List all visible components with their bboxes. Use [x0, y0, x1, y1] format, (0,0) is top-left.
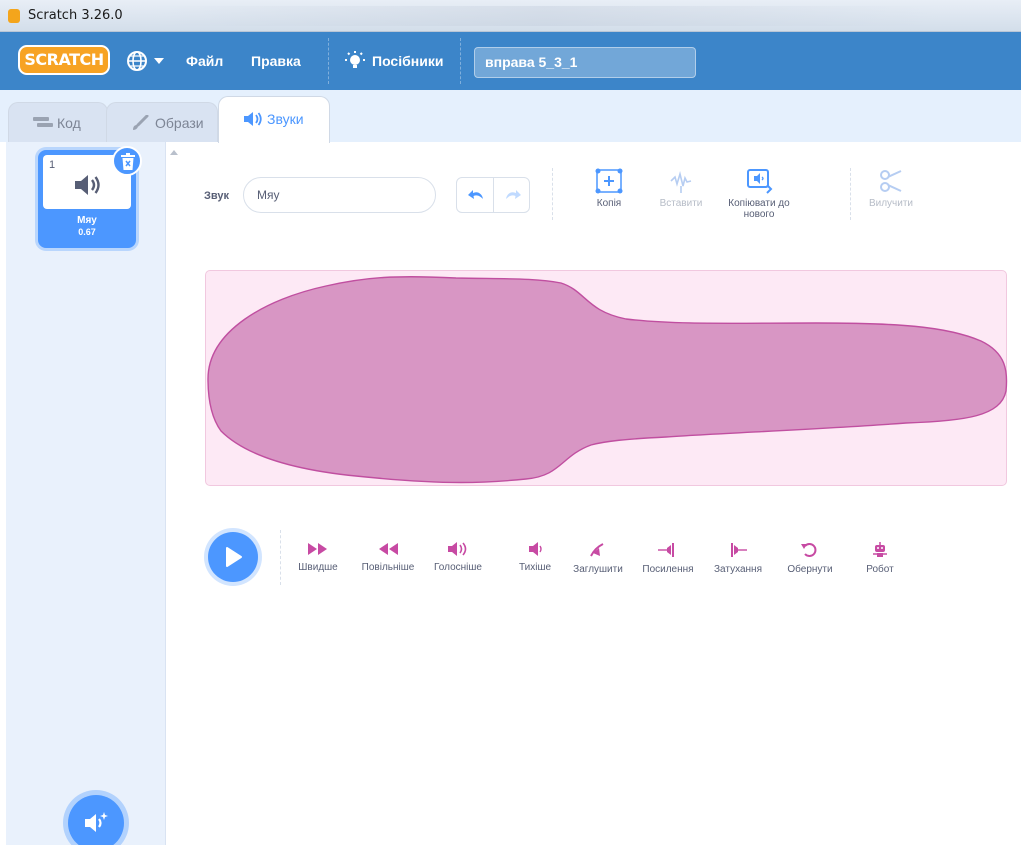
louder-icon: [448, 542, 467, 556]
language-menu[interactable]: [126, 50, 168, 72]
undo-redo-group: [456, 177, 530, 213]
sound-number: 1: [49, 159, 56, 171]
sound-name-label: Звук: [204, 190, 230, 202]
effect-mute-label: Заглушити: [573, 564, 623, 575]
trash-icon: [121, 153, 135, 170]
effect-robot-label: Робот: [866, 564, 894, 575]
waveform-container[interactable]: [205, 270, 1008, 486]
menu-divider: [460, 38, 461, 84]
fade-in-icon: [658, 543, 674, 557]
mute-icon: [590, 543, 604, 557]
softer-icon: [529, 542, 542, 556]
tab-costumes-label: Образи: [155, 115, 204, 131]
sound-name: Мяу: [77, 215, 97, 226]
effect-robot-button[interactable]: Робот: [840, 542, 920, 575]
copy-icon: [595, 168, 623, 194]
brush-icon: [133, 115, 149, 130]
faster-icon: [308, 543, 327, 555]
menu-divider: [328, 38, 329, 84]
scratch-logo[interactable]: SCRATCH: [18, 45, 110, 75]
effect-louder-label: Голосніше: [434, 562, 482, 573]
chevron-down-icon: [154, 58, 164, 64]
copy-to-new-label: Копіювати до нового: [728, 198, 790, 220]
sound-name-input[interactable]: [243, 177, 436, 213]
tab-sounds[interactable]: Звуки: [218, 96, 330, 143]
globe-icon: [127, 51, 147, 71]
effect-slower-label: Повільніше: [361, 562, 415, 573]
effect-fade-in-button[interactable]: Посилення: [628, 542, 708, 575]
code-icon: [33, 117, 53, 127]
delete-button[interactable]: Вилучити: [846, 168, 936, 209]
paste-label: Вставити: [659, 198, 703, 209]
slower-icon: [379, 543, 398, 555]
speaker-icon: [75, 175, 100, 195]
play-button[interactable]: [208, 532, 258, 582]
paste-icon: [670, 170, 692, 193]
robot-icon: [873, 542, 887, 557]
toolbar-divider: [552, 168, 553, 220]
effect-mute-button[interactable]: Заглушити: [558, 542, 638, 575]
add-sound-button[interactable]: [68, 795, 124, 845]
effect-louder-button[interactable]: Голосніше: [418, 542, 498, 573]
tutorials-label: Посібники: [372, 53, 444, 69]
fade-out-icon: [731, 543, 747, 557]
project-title-input[interactable]: вправа 5_3_1: [474, 47, 696, 78]
effect-fade-in-label: Посилення: [642, 564, 694, 575]
paste-button[interactable]: Вставити: [636, 168, 726, 209]
effect-slower-button[interactable]: Повільніше: [348, 542, 428, 573]
tab-code-label: Код: [57, 115, 81, 131]
undo-icon[interactable]: [467, 187, 485, 203]
effect-softer-label: Тихіше: [518, 562, 552, 573]
undo-divider: [493, 178, 494, 212]
redo-icon[interactable]: [504, 187, 522, 203]
waveform: [207, 276, 1008, 484]
effect-reverse-button[interactable]: Обернути: [770, 542, 850, 575]
effect-fade-out-button[interactable]: Затухання: [698, 542, 778, 575]
tab-costumes[interactable]: Образи: [106, 102, 218, 142]
play-icon: [226, 547, 242, 567]
sound-duration: 0.67: [78, 227, 96, 237]
window-title: Scratch 3.26.0: [28, 8, 123, 23]
file-menu[interactable]: Файл: [186, 50, 223, 72]
delete-sound-button[interactable]: [112, 146, 142, 176]
lightbulb-icon: [345, 51, 365, 68]
speaker-icon: [244, 112, 262, 126]
scissors-icon: [880, 170, 902, 192]
effect-faster-label: Швидше: [298, 562, 338, 573]
effect-reverse-label: Обернути: [787, 564, 833, 575]
tab-sounds-label: Звуки: [267, 111, 304, 127]
scroll-up-icon[interactable]: [170, 150, 178, 155]
copy-to-new-icon: [747, 169, 773, 194]
delete-label: Вилучити: [868, 198, 914, 209]
menu-bar: SCRATCH Файл Правка Посібники вправа 5_3…: [0, 32, 1021, 90]
reverse-icon: [801, 543, 817, 557]
effect-fade-out-label: Затухання: [714, 564, 762, 575]
window-titlebar: Scratch 3.26.0: [0, 0, 1021, 32]
add-sound-icon: [85, 812, 108, 832]
titlebar-background: [150, 6, 940, 26]
tab-code[interactable]: Код: [8, 102, 108, 142]
copy-label: Копія: [596, 198, 622, 209]
app-icon: [8, 9, 20, 23]
copy-to-new-button[interactable]: Копіювати до нового: [714, 168, 804, 220]
effect-faster-button[interactable]: Швидше: [278, 542, 358, 573]
edit-menu[interactable]: Правка: [251, 50, 301, 72]
